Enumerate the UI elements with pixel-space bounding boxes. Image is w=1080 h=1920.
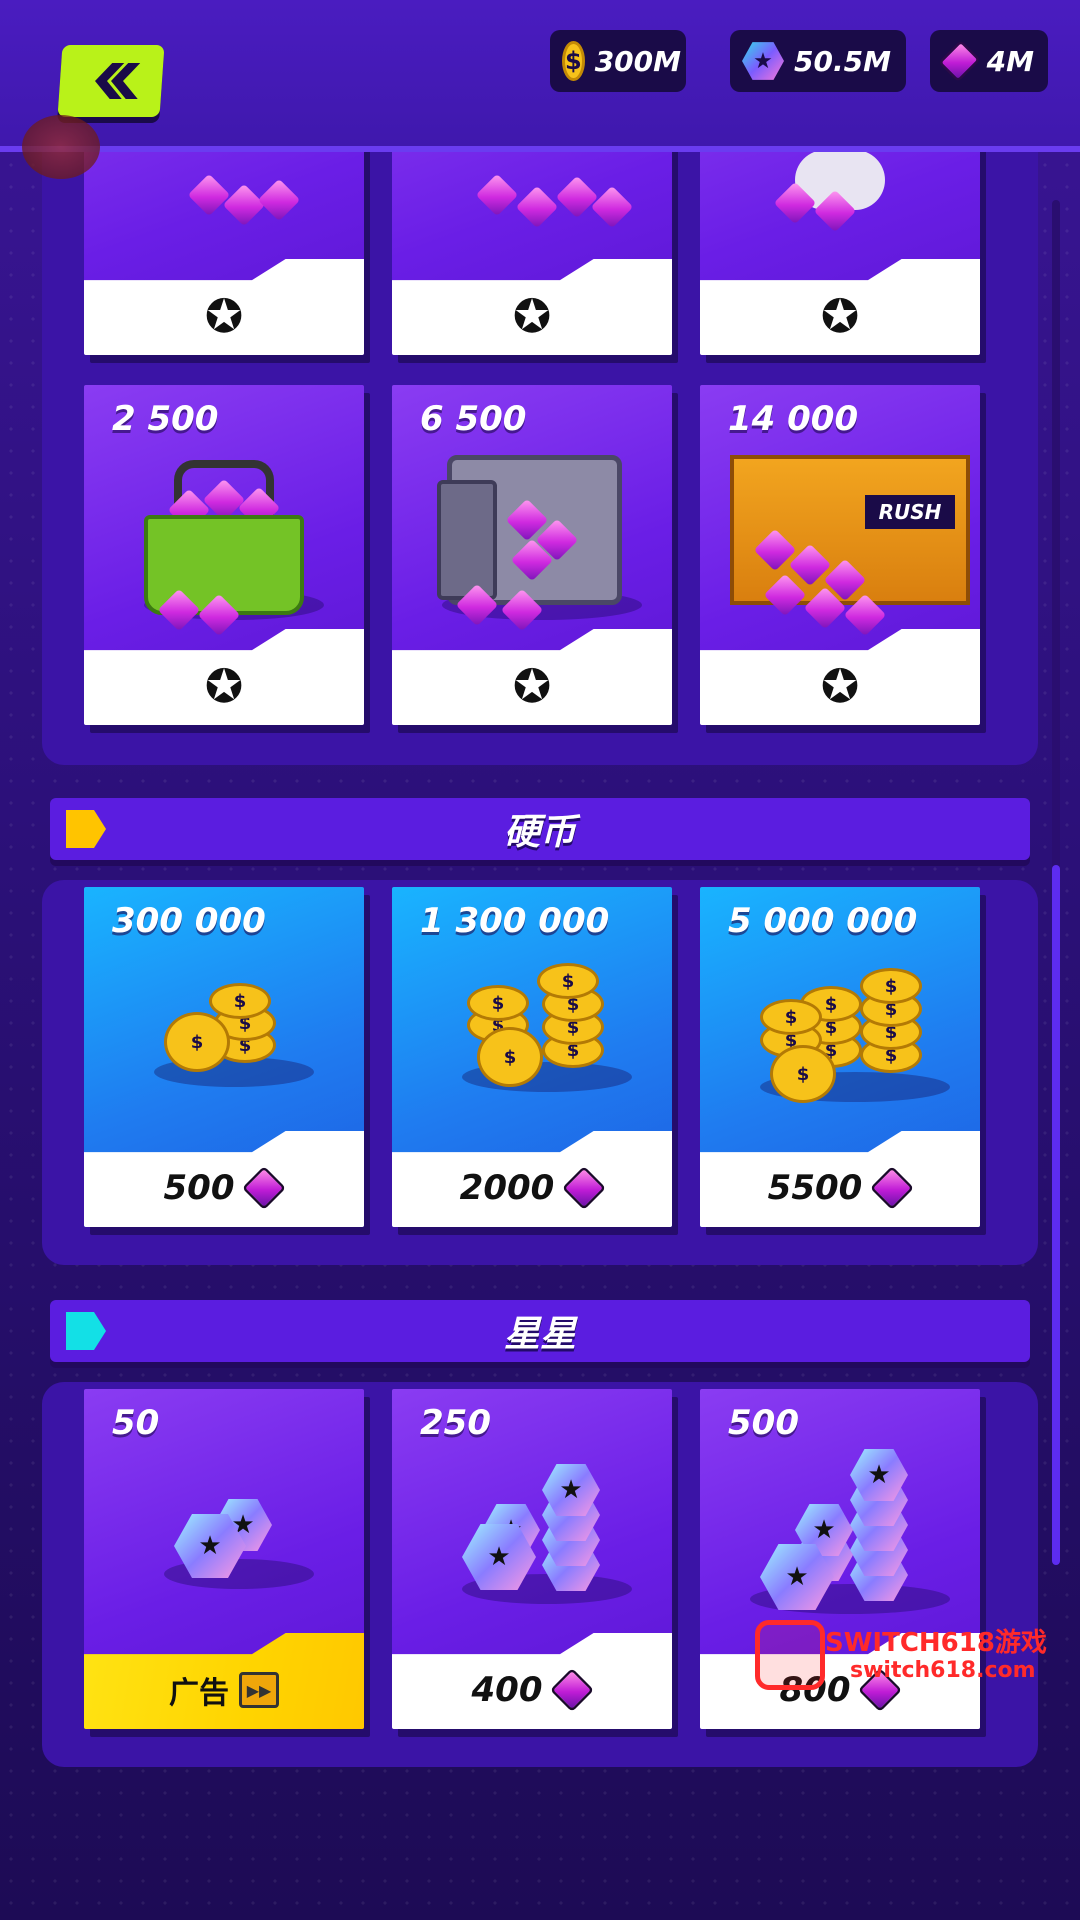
pack-amount: 2 500 xyxy=(112,399,219,439)
pack-amount: 300 000 xyxy=(112,901,266,941)
stars-section-header: 星星 xyxy=(50,1300,1030,1362)
pack-amount: 5 000 000 xyxy=(728,901,918,941)
star-icon: ✪ xyxy=(820,659,860,713)
double-chevron-left-icon xyxy=(95,63,141,99)
gem-balance-value: 4M xyxy=(986,44,1034,78)
star-icon: ✪ xyxy=(512,659,552,713)
star-token-balance[interactable]: ★ 50.5M xyxy=(730,30,906,92)
watermark-url: switch618.com xyxy=(850,1658,1036,1683)
ad-label: 广告 xyxy=(169,1676,229,1711)
star-pack-card[interactable]: ★ ★ ★ 250 400 xyxy=(392,1389,672,1729)
coin-balance[interactable]: $ 300M xyxy=(550,30,686,92)
star-icon: ✪ xyxy=(820,289,860,343)
pack-amount: 14 000 xyxy=(728,399,859,439)
watermark-seal-logo xyxy=(22,115,100,179)
gem-pack-card[interactable]: RUSH 14 000 ✪ xyxy=(700,385,980,725)
gem-icon xyxy=(938,39,981,83)
switch-console-icon xyxy=(755,1620,825,1690)
coin-pack-card[interactable]: $ $ $ $ $ $ $ 1 300 000 2000 xyxy=(392,887,672,1227)
star-icon: ✪ xyxy=(204,289,244,343)
pack-amount: 500 xyxy=(728,1403,799,1443)
top-bar: $ 300M ★ 50.5M 4M xyxy=(0,0,1080,152)
coin-balance-value: 300M xyxy=(594,44,682,78)
section-title: 星星 xyxy=(503,1314,576,1355)
coin-pack-card[interactable]: $ $ $ $ $ $ $ $ $ $ 5 000 000 5500 xyxy=(700,887,980,1227)
price-value: 2000 xyxy=(459,1168,555,1208)
gem-icon xyxy=(870,1165,915,1211)
star-icon: ✪ xyxy=(512,289,552,343)
gem-pack-card[interactable]: 6 500 ✪ xyxy=(392,385,672,725)
gem-balance[interactable]: 4M xyxy=(930,30,1048,92)
gem-pack-card[interactable]: 2 500 ✪ xyxy=(84,385,364,725)
section-title: 硬币 xyxy=(503,812,576,853)
gem-icon xyxy=(550,1667,595,1713)
star-token-icon: ★ xyxy=(742,42,784,80)
pack-amount: 6 500 xyxy=(420,399,527,439)
pack-amount: 1 300 000 xyxy=(420,901,610,941)
star-pack-card[interactable]: ★ ★ 50 广告 ▶▶ xyxy=(84,1389,364,1729)
gem-icon xyxy=(562,1165,607,1211)
coin-icon: $ xyxy=(562,41,585,81)
star-token-balance-value: 50.5M xyxy=(794,44,891,78)
pack-amount: 50 xyxy=(112,1403,160,1443)
price-value: 5500 xyxy=(767,1168,863,1208)
price-value: 400 xyxy=(471,1670,543,1710)
coins-section-header: 硬币 xyxy=(50,798,1030,860)
scrollbar-thumb[interactable] xyxy=(1052,865,1060,1565)
safe-door xyxy=(437,480,497,600)
fast-forward-icon: ▶▶ xyxy=(239,1672,279,1708)
watermark-title: SWITCH618游戏 xyxy=(825,1628,1047,1658)
star-icon: ✪ xyxy=(204,659,244,713)
pack-amount: 250 xyxy=(420,1403,491,1443)
back-button[interactable] xyxy=(57,45,165,117)
container-label: RUSH xyxy=(865,495,955,529)
price-value: 500 xyxy=(163,1168,235,1208)
gem-icon xyxy=(242,1165,287,1211)
coin-pack-card[interactable]: $ $ $ $ 300 000 500 xyxy=(84,887,364,1227)
switch618-watermark: SWITCH618游戏 switch618.com xyxy=(755,1620,1055,1690)
